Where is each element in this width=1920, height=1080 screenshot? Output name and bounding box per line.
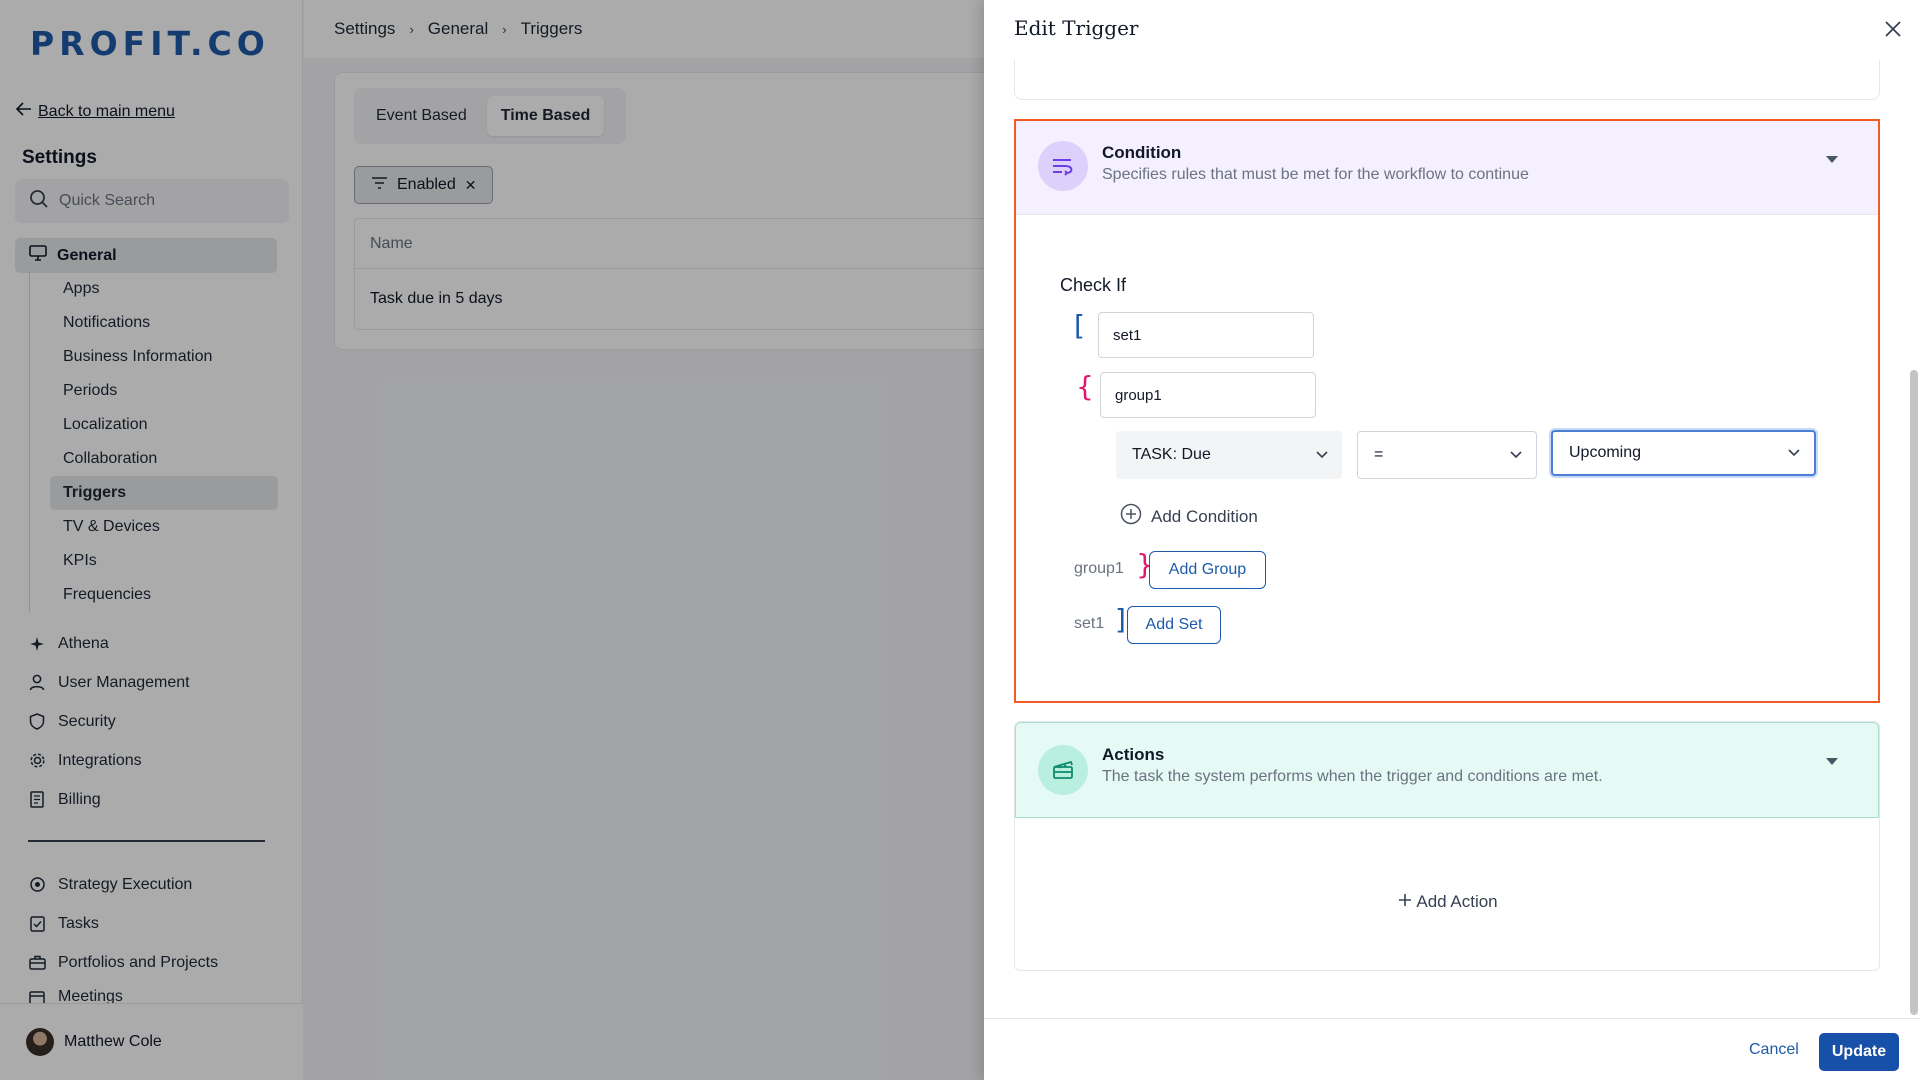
drawer-footer: Cancel Update bbox=[984, 1018, 1920, 1080]
chevron-down-icon bbox=[1510, 446, 1522, 464]
cancel-button[interactable]: Cancel bbox=[1749, 1041, 1799, 1059]
add-action-button[interactable]: Add Action bbox=[1015, 892, 1881, 912]
group-name-input[interactable]: group1 bbox=[1100, 372, 1316, 418]
operator-select-value: = bbox=[1374, 446, 1384, 463]
drawer-scrollbar[interactable] bbox=[1910, 370, 1918, 1015]
field-select-value: TASK: Due bbox=[1132, 446, 1211, 463]
actions-description: The task the system performs when the tr… bbox=[1102, 768, 1603, 785]
actions-header[interactable]: Actions The task the system performs whe… bbox=[1015, 722, 1879, 818]
trigger-section-bottom-edge bbox=[1014, 60, 1880, 100]
add-group-button[interactable]: Add Group bbox=[1149, 551, 1266, 589]
plus-circle-icon bbox=[1120, 503, 1142, 530]
condition-section: Condition Specifies rules that must be m… bbox=[1014, 119, 1880, 703]
condition-operator-select[interactable]: = bbox=[1357, 431, 1537, 479]
drawer-title: Edit Trigger bbox=[1014, 16, 1139, 40]
add-condition-label: Add Condition bbox=[1151, 506, 1258, 526]
plus-icon bbox=[1398, 892, 1412, 912]
group-end-label: group1 bbox=[1074, 560, 1124, 577]
modal-overlay[interactable] bbox=[0, 0, 984, 1080]
set-open-bracket-icon: [ bbox=[1074, 309, 1085, 342]
chevron-down-icon[interactable] bbox=[1826, 758, 1838, 765]
add-condition-button[interactable]: Add Condition bbox=[1120, 503, 1258, 530]
set-end-label: set1 bbox=[1074, 615, 1105, 632]
update-button[interactable]: Update bbox=[1819, 1033, 1899, 1071]
condition-description: Specifies rules that must be met for the… bbox=[1102, 166, 1529, 183]
add-action-label: Add Action bbox=[1416, 892, 1498, 911]
condition-field-select[interactable]: TASK: Due bbox=[1116, 431, 1342, 479]
check-if-label: Check If bbox=[1060, 275, 1127, 295]
condition-value-select[interactable]: Upcoming bbox=[1551, 430, 1816, 476]
close-icon[interactable] bbox=[1880, 16, 1906, 42]
condition-title: Condition bbox=[1102, 143, 1182, 162]
set-name-input[interactable]: set1 bbox=[1098, 312, 1314, 358]
condition-header[interactable]: Condition Specifies rules that must be m… bbox=[1016, 121, 1878, 215]
actions-title: Actions bbox=[1102, 745, 1165, 764]
chevron-down-icon[interactable] bbox=[1826, 156, 1838, 163]
condition-filter-icon bbox=[1038, 141, 1088, 191]
add-set-button[interactable]: Add Set bbox=[1127, 606, 1221, 644]
chevron-down-icon bbox=[1316, 446, 1328, 464]
clapperboard-icon bbox=[1038, 745, 1088, 795]
group-open-brace-icon: { bbox=[1076, 370, 1094, 403]
edit-trigger-drawer: Edit Trigger Condition Specifies rules t… bbox=[984, 0, 1920, 1080]
chevron-down-icon bbox=[1788, 444, 1800, 462]
value-select-value: Upcoming bbox=[1569, 444, 1642, 461]
actions-section: Actions The task the system performs whe… bbox=[1014, 721, 1880, 971]
set-close-bracket-icon: ] bbox=[1115, 603, 1126, 636]
